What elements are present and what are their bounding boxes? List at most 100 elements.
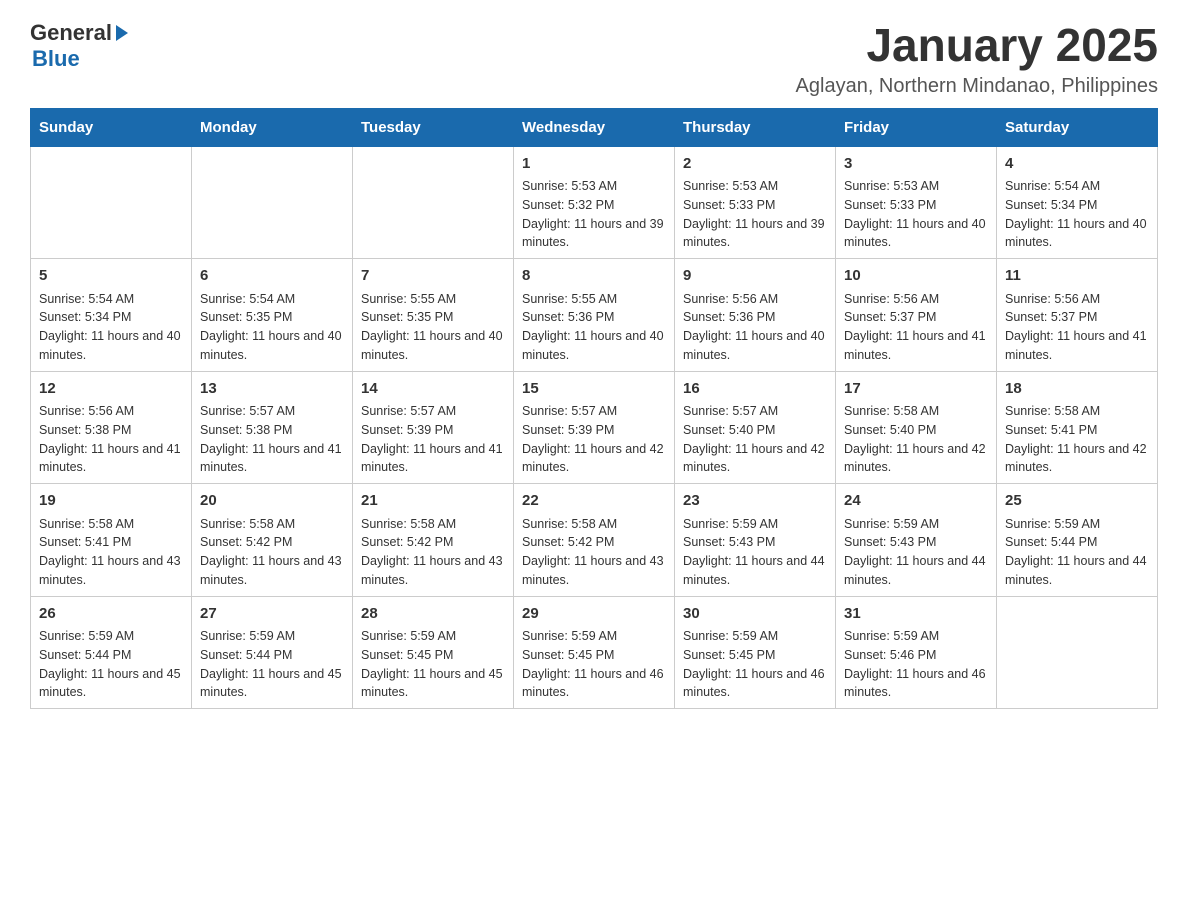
day-info: Sunrise: 5:57 AM Sunset: 5:38 PM Dayligh… — [200, 402, 344, 477]
table-row: 15Sunrise: 5:57 AM Sunset: 5:39 PM Dayli… — [514, 371, 675, 484]
table-row: 17Sunrise: 5:58 AM Sunset: 5:40 PM Dayli… — [836, 371, 997, 484]
col-friday: Friday — [836, 108, 997, 146]
day-info: Sunrise: 5:54 AM Sunset: 5:34 PM Dayligh… — [39, 290, 183, 365]
day-info: Sunrise: 5:59 AM Sunset: 5:46 PM Dayligh… — [844, 627, 988, 702]
logo-general-text: General — [30, 20, 112, 46]
col-wednesday: Wednesday — [514, 108, 675, 146]
table-row: 23Sunrise: 5:59 AM Sunset: 5:43 PM Dayli… — [675, 484, 836, 597]
table-row: 28Sunrise: 5:59 AM Sunset: 5:45 PM Dayli… — [353, 596, 514, 709]
table-row: 4Sunrise: 5:54 AM Sunset: 5:34 PM Daylig… — [997, 146, 1158, 259]
col-saturday: Saturday — [997, 108, 1158, 146]
day-info: Sunrise: 5:58 AM Sunset: 5:41 PM Dayligh… — [39, 515, 183, 590]
table-row: 29Sunrise: 5:59 AM Sunset: 5:45 PM Dayli… — [514, 596, 675, 709]
day-info: Sunrise: 5:59 AM Sunset: 5:43 PM Dayligh… — [683, 515, 827, 590]
calendar-table: Sunday Monday Tuesday Wednesday Thursday… — [30, 108, 1158, 710]
calendar-week-row: 5Sunrise: 5:54 AM Sunset: 5:34 PM Daylig… — [31, 259, 1158, 372]
day-number: 31 — [844, 603, 988, 626]
day-info: Sunrise: 5:59 AM Sunset: 5:44 PM Dayligh… — [39, 627, 183, 702]
table-row: 12Sunrise: 5:56 AM Sunset: 5:38 PM Dayli… — [31, 371, 192, 484]
table-row: 21Sunrise: 5:58 AM Sunset: 5:42 PM Dayli… — [353, 484, 514, 597]
day-info: Sunrise: 5:58 AM Sunset: 5:40 PM Dayligh… — [844, 402, 988, 477]
day-number: 7 — [361, 265, 505, 288]
day-info: Sunrise: 5:56 AM Sunset: 5:37 PM Dayligh… — [844, 290, 988, 365]
day-info: Sunrise: 5:59 AM Sunset: 5:44 PM Dayligh… — [1005, 515, 1149, 590]
day-info: Sunrise: 5:59 AM Sunset: 5:44 PM Dayligh… — [200, 627, 344, 702]
day-number: 1 — [522, 153, 666, 176]
day-info: Sunrise: 5:55 AM Sunset: 5:35 PM Dayligh… — [361, 290, 505, 365]
table-row: 2Sunrise: 5:53 AM Sunset: 5:33 PM Daylig… — [675, 146, 836, 259]
table-row: 26Sunrise: 5:59 AM Sunset: 5:44 PM Dayli… — [31, 596, 192, 709]
day-number: 29 — [522, 603, 666, 626]
day-number: 12 — [39, 378, 183, 401]
title-section: January 2025 Aglayan, Northern Mindanao,… — [796, 20, 1158, 98]
table-row: 7Sunrise: 5:55 AM Sunset: 5:35 PM Daylig… — [353, 259, 514, 372]
table-row: 24Sunrise: 5:59 AM Sunset: 5:43 PM Dayli… — [836, 484, 997, 597]
day-info: Sunrise: 5:59 AM Sunset: 5:45 PM Dayligh… — [361, 627, 505, 702]
day-number: 27 — [200, 603, 344, 626]
day-number: 30 — [683, 603, 827, 626]
day-info: Sunrise: 5:53 AM Sunset: 5:33 PM Dayligh… — [844, 177, 988, 252]
day-number: 14 — [361, 378, 505, 401]
day-info: Sunrise: 5:54 AM Sunset: 5:34 PM Dayligh… — [1005, 177, 1149, 252]
day-info: Sunrise: 5:59 AM Sunset: 5:45 PM Dayligh… — [683, 627, 827, 702]
day-number: 26 — [39, 603, 183, 626]
calendar-header-row: Sunday Monday Tuesday Wednesday Thursday… — [31, 108, 1158, 146]
day-info: Sunrise: 5:53 AM Sunset: 5:33 PM Dayligh… — [683, 177, 827, 252]
day-number: 18 — [1005, 378, 1149, 401]
calendar-week-row: 26Sunrise: 5:59 AM Sunset: 5:44 PM Dayli… — [31, 596, 1158, 709]
table-row — [192, 146, 353, 259]
day-info: Sunrise: 5:59 AM Sunset: 5:45 PM Dayligh… — [522, 627, 666, 702]
month-title: January 2025 — [796, 20, 1158, 71]
table-row: 22Sunrise: 5:58 AM Sunset: 5:42 PM Dayli… — [514, 484, 675, 597]
day-number: 20 — [200, 490, 344, 513]
day-number: 23 — [683, 490, 827, 513]
table-row: 27Sunrise: 5:59 AM Sunset: 5:44 PM Dayli… — [192, 596, 353, 709]
logo: General Blue — [30, 20, 128, 72]
calendar-week-row: 19Sunrise: 5:58 AM Sunset: 5:41 PM Dayli… — [31, 484, 1158, 597]
day-number: 6 — [200, 265, 344, 288]
day-info: Sunrise: 5:56 AM Sunset: 5:37 PM Dayligh… — [1005, 290, 1149, 365]
table-row: 9Sunrise: 5:56 AM Sunset: 5:36 PM Daylig… — [675, 259, 836, 372]
day-number: 15 — [522, 378, 666, 401]
day-info: Sunrise: 5:58 AM Sunset: 5:42 PM Dayligh… — [361, 515, 505, 590]
day-number: 19 — [39, 490, 183, 513]
day-info: Sunrise: 5:59 AM Sunset: 5:43 PM Dayligh… — [844, 515, 988, 590]
table-row: 19Sunrise: 5:58 AM Sunset: 5:41 PM Dayli… — [31, 484, 192, 597]
table-row: 5Sunrise: 5:54 AM Sunset: 5:34 PM Daylig… — [31, 259, 192, 372]
calendar-week-row: 12Sunrise: 5:56 AM Sunset: 5:38 PM Dayli… — [31, 371, 1158, 484]
logo-arrow-icon — [116, 25, 128, 41]
table-row: 11Sunrise: 5:56 AM Sunset: 5:37 PM Dayli… — [997, 259, 1158, 372]
table-row — [353, 146, 514, 259]
day-info: Sunrise: 5:57 AM Sunset: 5:39 PM Dayligh… — [361, 402, 505, 477]
day-number: 28 — [361, 603, 505, 626]
day-number: 8 — [522, 265, 666, 288]
col-tuesday: Tuesday — [353, 108, 514, 146]
calendar-week-row: 1Sunrise: 5:53 AM Sunset: 5:32 PM Daylig… — [31, 146, 1158, 259]
day-number: 13 — [200, 378, 344, 401]
table-row: 25Sunrise: 5:59 AM Sunset: 5:44 PM Dayli… — [997, 484, 1158, 597]
day-info: Sunrise: 5:58 AM Sunset: 5:42 PM Dayligh… — [200, 515, 344, 590]
col-monday: Monday — [192, 108, 353, 146]
day-info: Sunrise: 5:58 AM Sunset: 5:41 PM Dayligh… — [1005, 402, 1149, 477]
table-row: 18Sunrise: 5:58 AM Sunset: 5:41 PM Dayli… — [997, 371, 1158, 484]
day-number: 10 — [844, 265, 988, 288]
col-thursday: Thursday — [675, 108, 836, 146]
day-number: 9 — [683, 265, 827, 288]
day-info: Sunrise: 5:56 AM Sunset: 5:38 PM Dayligh… — [39, 402, 183, 477]
day-number: 4 — [1005, 153, 1149, 176]
day-number: 2 — [683, 153, 827, 176]
table-row: 1Sunrise: 5:53 AM Sunset: 5:32 PM Daylig… — [514, 146, 675, 259]
day-number: 16 — [683, 378, 827, 401]
day-info: Sunrise: 5:57 AM Sunset: 5:39 PM Dayligh… — [522, 402, 666, 477]
day-number: 3 — [844, 153, 988, 176]
day-info: Sunrise: 5:57 AM Sunset: 5:40 PM Dayligh… — [683, 402, 827, 477]
day-info: Sunrise: 5:58 AM Sunset: 5:42 PM Dayligh… — [522, 515, 666, 590]
col-sunday: Sunday — [31, 108, 192, 146]
table-row — [31, 146, 192, 259]
day-info: Sunrise: 5:55 AM Sunset: 5:36 PM Dayligh… — [522, 290, 666, 365]
table-row: 16Sunrise: 5:57 AM Sunset: 5:40 PM Dayli… — [675, 371, 836, 484]
table-row: 14Sunrise: 5:57 AM Sunset: 5:39 PM Dayli… — [353, 371, 514, 484]
page-header: General Blue January 2025 Aglayan, North… — [30, 20, 1158, 98]
day-number: 21 — [361, 490, 505, 513]
day-number: 22 — [522, 490, 666, 513]
